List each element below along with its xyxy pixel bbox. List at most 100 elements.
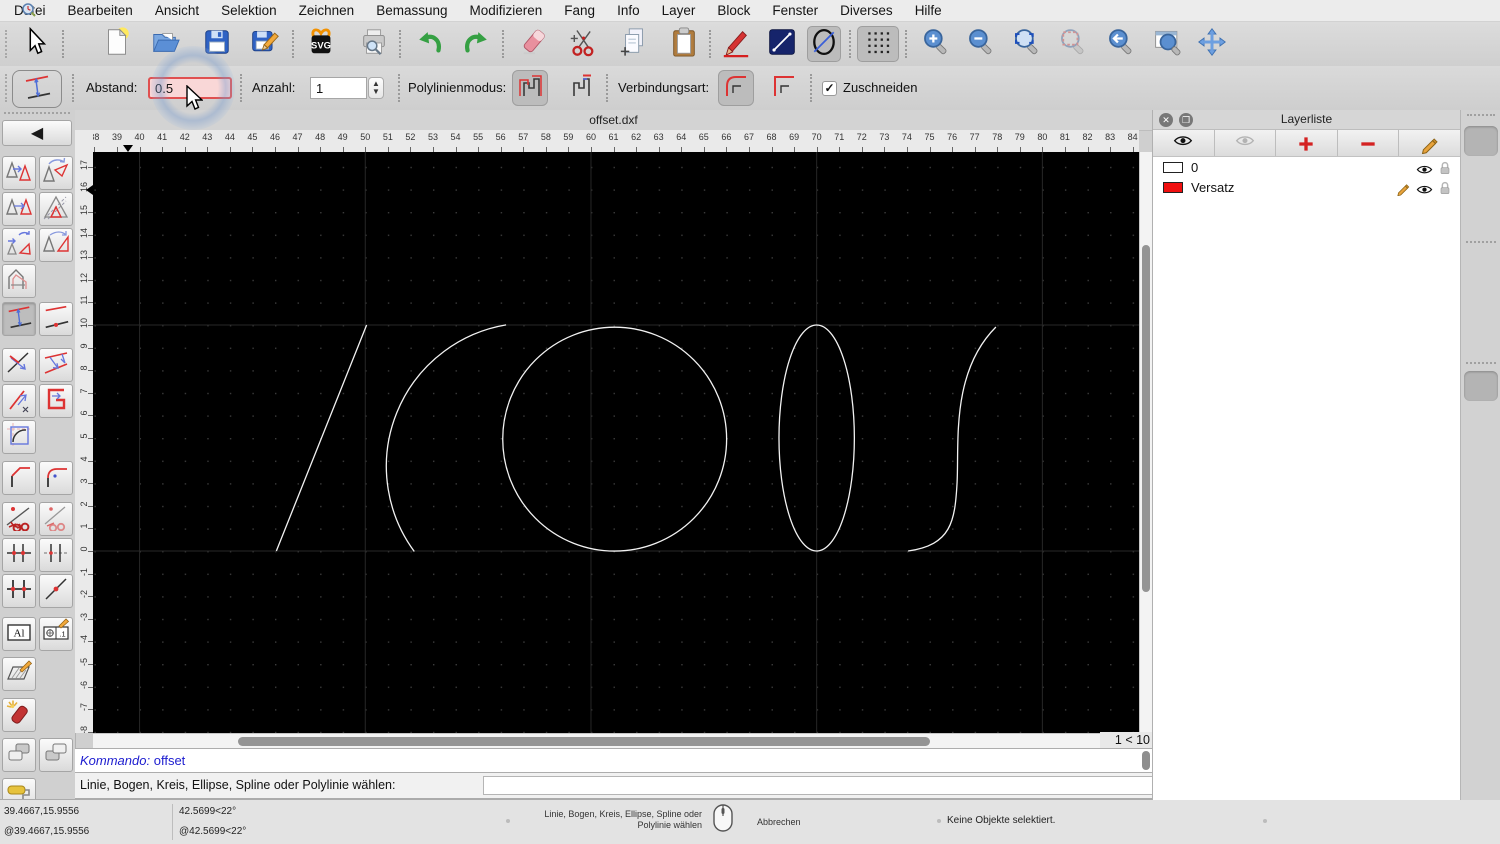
tool-clip-rectangle[interactable]	[39, 384, 73, 418]
dock-command-line-button[interactable]	[1464, 371, 1500, 415]
copy-button[interactable]	[617, 26, 651, 62]
layer-row-Versatz[interactable]: Versatz	[1153, 178, 1460, 198]
dock-selection-filter-button[interactable]	[1464, 290, 1500, 334]
tool-offset[interactable]	[2, 302, 36, 336]
zoom-auto-button[interactable]	[1010, 26, 1044, 62]
hide-all-layers-button[interactable]	[1215, 130, 1277, 156]
tool-move[interactable]	[2, 156, 36, 190]
redo-button[interactable]	[459, 26, 493, 62]
menu-selektion[interactable]: Selektion	[210, 0, 288, 22]
save-button[interactable]	[200, 26, 234, 62]
tool-rotate[interactable]	[39, 156, 73, 190]
command-input[interactable]	[483, 776, 1195, 795]
horizontal-scrollbar[interactable]	[93, 733, 1139, 748]
tool-edit-attributes[interactable]: .1	[39, 617, 73, 651]
tool-mirror[interactable]	[2, 192, 36, 226]
tool-round[interactable]	[39, 461, 73, 495]
tool-move-rotate[interactable]	[2, 228, 36, 262]
tool-break-manual[interactable]	[39, 538, 73, 572]
trim-checkbox[interactable]: ✓	[822, 81, 837, 96]
dock-view-panel-button[interactable]	[1464, 206, 1500, 250]
command-history-scrollbar[interactable]	[1142, 751, 1150, 770]
dock-block-list-button[interactable]	[1464, 166, 1500, 210]
tool-to-back[interactable]	[39, 738, 73, 772]
zoom-window-button[interactable]	[1151, 26, 1185, 62]
join-miter-button[interactable]	[766, 70, 802, 106]
tool-bevel[interactable]	[2, 461, 36, 495]
tool-paint-order[interactable]	[2, 778, 36, 800]
toolbar-drag-handle[interactable]	[5, 74, 11, 102]
shape-line-button[interactable]	[765, 26, 799, 62]
offset-tool-button[interactable]	[12, 70, 62, 108]
tool-text-edit[interactable]: Al	[2, 617, 36, 651]
menu-block[interactable]: Block	[706, 0, 761, 22]
vertical-scrollbar[interactable]	[1139, 152, 1152, 733]
menu-bemassung[interactable]: Bemassung	[365, 0, 458, 22]
edit-layer-button[interactable]	[1399, 130, 1460, 156]
layer-color-swatch[interactable]	[1163, 182, 1183, 193]
menu-info[interactable]: Info	[606, 0, 651, 22]
tool-auto-trim[interactable]	[2, 420, 36, 454]
select-arrow-button[interactable]	[18, 26, 52, 62]
view-back-button[interactable]	[1104, 26, 1138, 62]
cut-button[interactable]	[567, 26, 601, 62]
show-all-layers-button[interactable]	[1153, 130, 1215, 156]
tool-flip[interactable]	[39, 228, 73, 262]
tool-break-segments[interactable]	[2, 574, 36, 608]
tool-trim[interactable]	[2, 348, 36, 382]
palette-drag-handle[interactable]	[4, 112, 70, 118]
layer-visibility-icon[interactable]	[1416, 162, 1433, 175]
layer-lock-icon[interactable]	[1439, 161, 1451, 176]
tool-hatch-edit[interactable]	[2, 657, 36, 691]
dock-drag-handle[interactable]	[1467, 114, 1495, 116]
tool-to-front[interactable]	[2, 738, 36, 772]
remove-layer-button[interactable]	[1338, 130, 1400, 156]
menu-fenster[interactable]: Fenster	[761, 0, 829, 22]
layer-lock-icon[interactable]	[1439, 181, 1451, 196]
close-panel-button[interactable]: ✕	[1159, 113, 1173, 127]
dock-clipboard-panel-button[interactable]	[1464, 413, 1500, 457]
tool-divide[interactable]	[2, 502, 36, 536]
pan-button[interactable]	[1195, 26, 1229, 62]
new-file-button[interactable]	[100, 26, 134, 62]
layer-visibility-icon[interactable]	[1416, 182, 1433, 195]
drawing-preferences-button[interactable]	[719, 26, 753, 62]
join-round-button[interactable]	[718, 70, 754, 106]
zoom-out-button[interactable]	[964, 26, 998, 62]
menu-modifizieren[interactable]: Modifizieren	[459, 0, 554, 22]
grid-toggle-button[interactable]	[857, 26, 899, 62]
dock-property-editor-button[interactable]	[1464, 250, 1500, 294]
menu-diverses[interactable]: Diverses	[829, 0, 904, 22]
distance-input[interactable]	[148, 77, 232, 99]
tool-scale[interactable]	[39, 192, 73, 226]
open-file-button[interactable]	[148, 26, 182, 62]
layer-color-swatch[interactable]	[1163, 162, 1183, 173]
horizontal-scrollbar-thumb[interactable]	[238, 737, 930, 746]
zoom-previous-button[interactable]	[1056, 26, 1090, 62]
tool-break-point[interactable]	[39, 574, 73, 608]
undo-button[interactable]	[413, 26, 447, 62]
palette-back-button[interactable]: ◀	[2, 120, 72, 146]
command-history[interactable]: Kommando: offset	[75, 748, 1152, 773]
print-preview-button[interactable]	[357, 26, 391, 62]
menu-ansicht[interactable]: Ansicht	[144, 0, 210, 22]
tool-offset-point[interactable]	[39, 302, 73, 336]
drawing-canvas[interactable]	[93, 152, 1139, 733]
dock-library-browser-button[interactable]	[1464, 330, 1500, 374]
float-panel-button[interactable]: ❐	[1179, 113, 1193, 127]
tool-offset-polygon[interactable]	[2, 264, 36, 298]
tool-trim-both[interactable]	[39, 348, 73, 382]
svg-export-button[interactable]: SVG	[304, 26, 338, 62]
toolbar-drag-handle[interactable]	[5, 30, 11, 58]
erase-button[interactable]	[517, 26, 551, 62]
polyline-offset-whole-button[interactable]	[512, 70, 548, 106]
menu-bearbeiten[interactable]: Bearbeiten	[57, 0, 144, 22]
menu-zeichnen[interactable]: Zeichnen	[288, 0, 366, 22]
polyline-offset-segment-button[interactable]	[562, 70, 598, 106]
menu-layer[interactable]: Layer	[651, 0, 707, 22]
save-as-button[interactable]	[248, 26, 282, 62]
vertical-scrollbar-thumb[interactable]	[1142, 245, 1150, 592]
shape-ellipse-button[interactable]	[807, 26, 841, 62]
tool-divide-manual[interactable]	[39, 502, 73, 536]
menu-hilfe[interactable]: Hilfe	[904, 0, 953, 22]
